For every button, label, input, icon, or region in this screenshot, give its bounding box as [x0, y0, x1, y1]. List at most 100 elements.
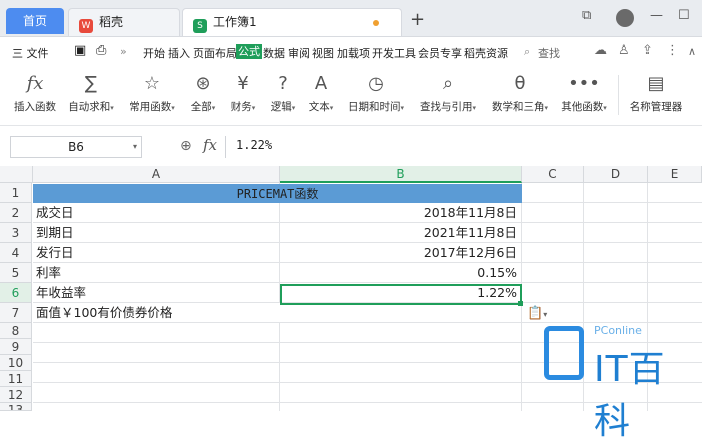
column-header-b[interactable]: B: [280, 166, 522, 183]
row-header[interactable]: 1: [0, 183, 32, 203]
sigma-icon: ∑: [84, 73, 98, 94]
autosum-label: 自动求和: [68, 101, 111, 113]
cloud-icon[interactable]: ☁: [594, 43, 607, 58]
financial-button[interactable]: ¥ 财务▾: [226, 71, 260, 114]
pconline-logo-icon: [544, 326, 584, 380]
menu-formula[interactable]: 公式: [236, 44, 262, 59]
other-functions-label: 其他函数: [561, 101, 604, 113]
paste-options-icon[interactable]: 📋▾: [527, 306, 547, 321]
collapse-icon[interactable]: ∧: [688, 45, 696, 58]
text-button[interactable]: A 文本▾: [304, 71, 338, 114]
menu-insert[interactable]: 插入: [168, 45, 190, 61]
lookup-icon: ⌕: [442, 73, 454, 94]
datetime-label: 日期和时间: [347, 101, 401, 113]
column-header-d[interactable]: D: [584, 166, 648, 183]
row-header-selected[interactable]: 6: [0, 283, 32, 303]
column-header-e[interactable]: E: [648, 166, 702, 183]
column-header-a[interactable]: A: [33, 166, 280, 183]
formula-input[interactable]: 1.22%: [236, 138, 272, 152]
tab-home[interactable]: 首页: [6, 8, 64, 34]
cell-b2[interactable]: 2018年11月8日: [280, 203, 522, 223]
row-header[interactable]: 11: [0, 371, 32, 387]
more-icon[interactable]: »: [120, 45, 127, 58]
zoom-icon[interactable]: ⊕: [180, 138, 192, 154]
menu-member[interactable]: 会员专享: [418, 45, 462, 61]
cell-a2[interactable]: 成交日: [33, 203, 280, 223]
file-menu[interactable]: 三 文件: [12, 45, 49, 61]
save-icon[interactable]: ▣: [74, 43, 86, 58]
math-button[interactable]: θ 数学和三角▾: [488, 71, 552, 114]
menu-review[interactable]: 审阅: [288, 45, 310, 61]
row-header[interactable]: 10: [0, 355, 32, 371]
cell-a5[interactable]: 利率: [33, 263, 280, 283]
window-layout-icon[interactable]: ⧉: [582, 8, 591, 23]
more-options-icon[interactable]: ⋮: [666, 43, 679, 58]
share-icon[interactable]: ⇪: [642, 43, 653, 58]
tab-workbook-label: 工作簿1: [213, 15, 257, 29]
other-functions-button[interactable]: ••• 其他函数▾: [558, 71, 610, 114]
avatar[interactable]: [616, 9, 634, 27]
watermark-name: IT百科: [594, 349, 666, 442]
cell-b5[interactable]: 0.15%: [280, 263, 522, 283]
lookup-button[interactable]: ⌕ 查找与引用▾: [416, 71, 480, 114]
insert-function-button[interactable]: fx 插入函数: [12, 71, 58, 114]
menu-view[interactable]: 视图: [312, 45, 334, 61]
cell-a3[interactable]: 到期日: [33, 223, 280, 243]
all-functions-button[interactable]: ⊛ 全部▾: [186, 71, 220, 114]
tab-docer[interactable]: W 稻壳: [68, 8, 180, 36]
common-functions-button[interactable]: ☆ 常用函数▾: [124, 71, 180, 114]
chevron-down-icon[interactable]: ▾: [133, 137, 137, 157]
print-icon[interactable]: ⎙: [96, 43, 106, 58]
lookup-label: 查找与引用: [419, 101, 473, 113]
maximize-icon[interactable]: ☐: [678, 8, 690, 23]
fx-button[interactable]: fx: [203, 136, 217, 154]
toolbar-divider: [618, 75, 619, 115]
name-box[interactable]: B6 ▾: [10, 136, 142, 158]
search-button[interactable]: 查找: [538, 45, 560, 61]
math-icon: θ: [514, 73, 526, 94]
minimize-icon[interactable]: —: [650, 8, 663, 23]
row-header[interactable]: 2: [0, 203, 32, 223]
logical-label: 逻辑: [270, 101, 292, 113]
row-header[interactable]: 3: [0, 223, 32, 243]
logical-button[interactable]: ? 逻辑▾: [266, 71, 300, 114]
watermark-logo: PConline IT百科: [540, 322, 698, 442]
row-header[interactable]: 8: [0, 323, 32, 339]
menu-start[interactable]: 开始: [143, 45, 165, 61]
cell-a7[interactable]: 面值￥100有价债券价格: [33, 303, 280, 323]
fx-icon: fx: [26, 73, 44, 94]
menu-data[interactable]: 数据: [263, 45, 285, 61]
math-label: 数学和三角: [491, 101, 545, 113]
cell-a6[interactable]: 年收益率: [33, 283, 280, 303]
user-icon[interactable]: ♙: [618, 43, 630, 58]
row-header[interactable]: 12: [0, 387, 32, 403]
sheet-title-cell[interactable]: PRICEMAT函数: [33, 184, 522, 204]
cell-b3[interactable]: 2021年11月8日: [280, 223, 522, 243]
cell-a4[interactable]: 发行日: [33, 243, 280, 263]
row-header[interactable]: 5: [0, 263, 32, 283]
autosum-button[interactable]: ∑ 自动求和▾: [64, 71, 118, 114]
datetime-button[interactable]: ◷ 日期和时间▾: [344, 71, 408, 114]
row-header[interactable]: 7: [0, 303, 32, 323]
column-header-c[interactable]: C: [522, 166, 584, 183]
question-icon: ?: [278, 73, 288, 94]
menu-page-layout[interactable]: 页面布局: [193, 45, 237, 61]
menu-docer-resources[interactable]: 稻壳资源: [464, 45, 508, 61]
row-header[interactable]: 9: [0, 339, 32, 355]
tab-workbook[interactable]: S 工作簿1: [182, 8, 402, 36]
select-all-corner[interactable]: [0, 166, 33, 183]
unsaved-dot-icon: [373, 20, 379, 26]
menu-developer[interactable]: 开发工具: [372, 45, 416, 61]
row-header[interactable]: 13: [0, 403, 32, 411]
formula-bar: B6 ▾ ⊕ fx 1.22%: [0, 126, 702, 166]
fill-handle[interactable]: [518, 301, 523, 306]
text-label: 文本: [308, 101, 330, 113]
new-tab-button[interactable]: +: [410, 10, 425, 30]
ellipsis-icon: •••: [568, 73, 600, 94]
menu-addins[interactable]: 加载项: [337, 45, 370, 61]
watermark-brand: PConline: [594, 324, 642, 337]
row-header[interactable]: 4: [0, 243, 32, 263]
name-manager-button[interactable]: ▤ 名称管理器: [628, 71, 684, 114]
cell-b4[interactable]: 2017年12月6日: [280, 243, 522, 263]
formula-toolbar: fx 插入函数 ∑ 自动求和▾ ☆ 常用函数▾ ⊛ 全部▾ ¥ 财务▾ ? 逻辑…: [0, 67, 702, 126]
